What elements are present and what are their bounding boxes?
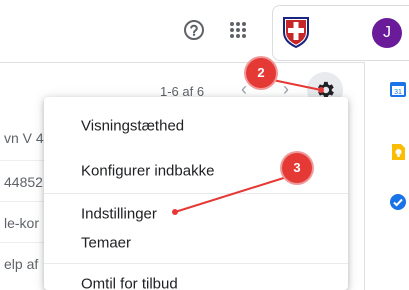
menu-item-offers[interactable]: Omtil for tilbud [44,265,348,290]
side-panel-divider [364,62,365,290]
list-divider [0,62,364,63]
help-icon[interactable] [183,19,205,41]
menu-item-display-density[interactable]: Visningstæthed [44,107,348,145]
tasks-icon[interactable] [389,193,407,211]
svg-text:31: 31 [394,89,402,96]
menu-divider [44,263,348,264]
settings-dropdown-menu: Visningstæthed Konfigurer indbakke Indst… [44,97,348,290]
menu-divider [44,193,348,194]
keep-notes-icon[interactable] [389,143,407,161]
organization-logo [279,15,313,49]
calendar-icon[interactable]: 31 [389,80,407,98]
apps-grid-icon[interactable] [229,21,247,39]
menu-item-themes[interactable]: Temaer [44,224,348,262]
avatar[interactable]: J [372,18,402,48]
step-marker-3: 3 [282,153,312,183]
chevron-right-icon[interactable]: › [276,79,296,99]
step-marker-2: 2 [246,58,276,88]
